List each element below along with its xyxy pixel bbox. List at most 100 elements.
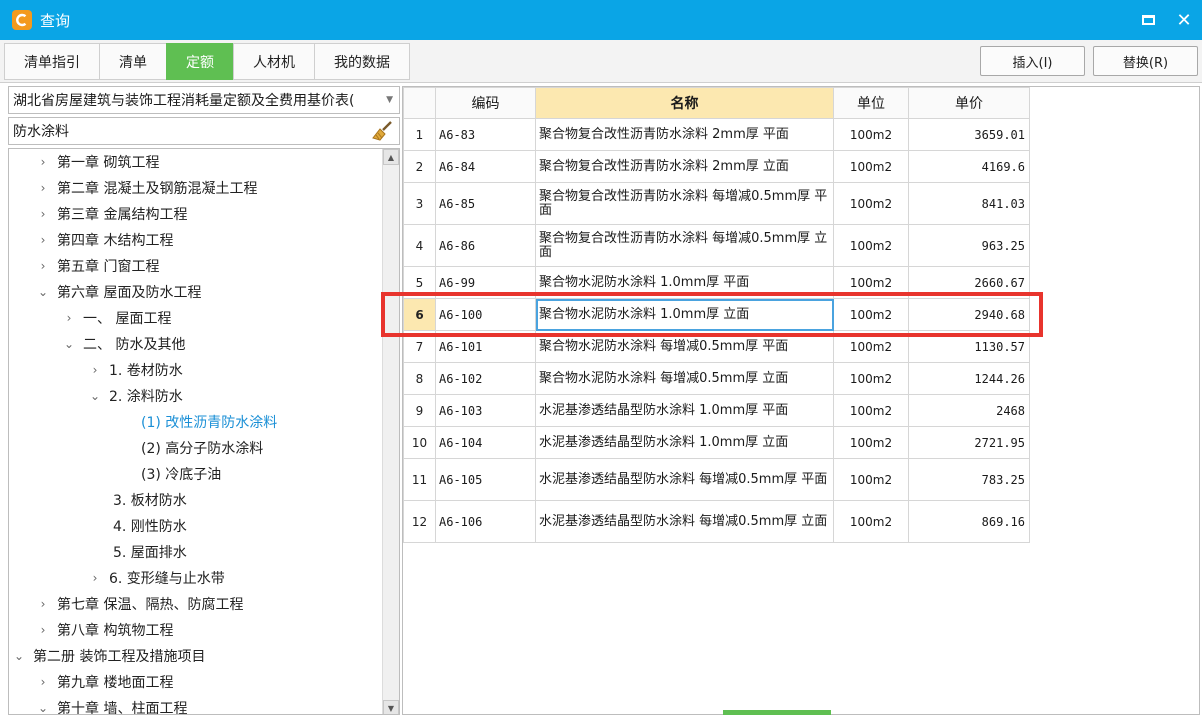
tab-bill[interactable]: 清单 (99, 43, 166, 80)
table-row[interactable]: 9 A6-103 水泥基渗透结晶型防水涂料 1.0mm厚 平面 100m2 24… (403, 394, 1030, 427)
table-row[interactable]: 1 A6-83 聚合物复合改性沥青防水涂料 2mm厚 平面 100m2 3659… (403, 118, 1030, 151)
name-header[interactable]: 名称 (535, 87, 834, 119)
code-header[interactable]: 编码 (435, 87, 536, 119)
price-header[interactable]: 单价 (908, 87, 1030, 119)
code-cell[interactable]: A6-99 (435, 266, 536, 299)
name-cell[interactable]: 聚合物复合改性沥青防水涂料 2mm厚 平面 (535, 118, 834, 151)
tree-item[interactable]: (2) 高分子防水涂料 (141, 435, 263, 461)
replace-button[interactable]: 替换(R) (1093, 46, 1198, 76)
price-cell[interactable]: 963.25 (908, 224, 1030, 267)
code-cell[interactable]: A6-103 (435, 394, 536, 427)
price-cell[interactable]: 783.25 (908, 458, 1030, 501)
name-cell[interactable]: 聚合物复合改性沥青防水涂料 每增减0.5mm厚 平面 (535, 182, 834, 225)
tree-item[interactable]: › 第三章 金属结构工程 (35, 201, 188, 227)
unit-cell[interactable]: 100m2 (833, 426, 909, 459)
unit-cell[interactable]: 100m2 (833, 298, 909, 331)
code-cell[interactable]: A6-100 (435, 298, 536, 331)
unit-header[interactable]: 单位 (833, 87, 909, 119)
table-row[interactable]: 5 A6-99 聚合物水泥防水涂料 1.0mm厚 平面 100m2 2660.6… (403, 266, 1030, 299)
price-cell[interactable]: 4169.6 (908, 150, 1030, 183)
chevron-right-icon[interactable]: › (35, 233, 51, 247)
code-cell[interactable]: A6-102 (435, 362, 536, 395)
tree-item[interactable]: ⌄ 二、 防水及其他 (61, 331, 185, 357)
tree-item[interactable]: › 第一章 砌筑工程 (35, 149, 160, 175)
chevron-right-icon[interactable]: › (35, 623, 51, 637)
tree-item[interactable]: 5. 屋面排水 (113, 539, 187, 565)
price-cell[interactable]: 3659.01 (908, 118, 1030, 151)
table-row[interactable]: 3 A6-85 聚合物复合改性沥青防水涂料 每增减0.5mm厚 平面 100m2… (403, 182, 1030, 225)
broom-icon[interactable] (371, 121, 393, 145)
chevron-right-icon[interactable]: › (35, 597, 51, 611)
tree-item[interactable]: › 第五章 门窗工程 (35, 253, 160, 279)
chevron-down-icon[interactable]: ⌄ (35, 701, 51, 714)
tree-item[interactable]: ⌄ 2. 涂料防水 (87, 383, 183, 409)
code-cell[interactable]: A6-105 (435, 458, 536, 501)
name-cell[interactable]: 聚合物水泥防水涂料 每增减0.5mm厚 立面 (535, 362, 834, 395)
price-cell[interactable]: 841.03 (908, 182, 1030, 225)
scroll-up-icon[interactable]: ▲ (383, 149, 399, 165)
tree-scrollbar[interactable]: ▲ ▼ (382, 149, 399, 714)
unit-cell[interactable]: 100m2 (833, 330, 909, 363)
unit-cell[interactable]: 100m2 (833, 394, 909, 427)
unit-cell[interactable]: 100m2 (833, 266, 909, 299)
table-row[interactable]: 7 A6-101 聚合物水泥防水涂料 每增减0.5mm厚 平面 100m2 11… (403, 330, 1030, 363)
name-cell[interactable]: 聚合物水泥防水涂料 1.0mm厚 立面 (535, 298, 834, 331)
code-cell[interactable]: A6-104 (435, 426, 536, 459)
table-row[interactable]: 12 A6-106 水泥基渗透结晶型防水涂料 每增减0.5mm厚 立面 100m… (403, 500, 1030, 543)
maximize-icon[interactable] (1130, 0, 1166, 40)
tree-item[interactable]: › 一、 屋面工程 (61, 305, 172, 331)
price-cell[interactable]: 1244.26 (908, 362, 1030, 395)
price-cell[interactable]: 2468 (908, 394, 1030, 427)
close-icon[interactable]: ✕ (1166, 0, 1202, 40)
tree-item[interactable]: › 第二章 混凝土及钢筋混凝土工程 (35, 175, 258, 201)
chevron-down-icon[interactable]: ⌄ (35, 285, 51, 299)
chevron-right-icon[interactable]: › (61, 311, 77, 325)
name-cell[interactable]: 水泥基渗透结晶型防水涂料 1.0mm厚 平面 (535, 394, 834, 427)
tab-quota[interactable]: 定额 (166, 43, 233, 80)
chevron-down-icon[interactable]: ▼ (386, 95, 393, 105)
tree-item[interactable]: ⌄ 第六章 屋面及防水工程 (35, 279, 201, 305)
tab-guide[interactable]: 清单指引 (4, 43, 99, 80)
chevron-right-icon[interactable]: › (87, 571, 103, 585)
chevron-right-icon[interactable]: › (35, 675, 51, 689)
price-cell[interactable]: 2940.68 (908, 298, 1030, 331)
tree-item[interactable]: 3. 板材防水 (113, 487, 187, 513)
unit-cell[interactable]: 100m2 (833, 500, 909, 543)
code-cell[interactable]: A6-83 (435, 118, 536, 151)
price-cell[interactable]: 1130.57 (908, 330, 1030, 363)
chevron-down-icon[interactable]: ⌄ (61, 337, 77, 351)
tree-item[interactable]: 4. 刚性防水 (113, 513, 187, 539)
unit-cell[interactable]: 100m2 (833, 458, 909, 501)
tab-materials[interactable]: 人材机 (233, 43, 314, 80)
table-row[interactable]: 11 A6-105 水泥基渗透结晶型防水涂料 每增减0.5mm厚 平面 100m… (403, 458, 1030, 501)
library-select[interactable]: 湖北省房屋建筑与装饰工程消耗量定额及全费用基价表( ▼ (8, 86, 400, 114)
chevron-right-icon[interactable]: › (35, 207, 51, 221)
chevron-right-icon[interactable]: › (87, 363, 103, 377)
name-cell[interactable]: 水泥基渗透结晶型防水涂料 1.0mm厚 立面 (535, 426, 834, 459)
tree-item[interactable]: › 第四章 木结构工程 (35, 227, 174, 253)
chevron-down-icon[interactable]: ⌄ (87, 389, 103, 403)
table-row-selected[interactable]: 6 A6-100 聚合物水泥防水涂料 1.0mm厚 立面 100m2 2940.… (403, 298, 1030, 331)
name-cell[interactable]: 聚合物复合改性沥青防水涂料 2mm厚 立面 (535, 150, 834, 183)
name-cell[interactable]: 聚合物水泥防水涂料 1.0mm厚 平面 (535, 266, 834, 299)
chevron-down-icon[interactable]: ⌄ (11, 649, 27, 663)
tab-my-data[interactable]: 我的数据 (314, 43, 410, 80)
code-cell[interactable]: A6-85 (435, 182, 536, 225)
name-cell[interactable]: 水泥基渗透结晶型防水涂料 每增减0.5mm厚 立面 (535, 500, 834, 543)
code-cell[interactable]: A6-106 (435, 500, 536, 543)
code-cell[interactable]: A6-86 (435, 224, 536, 267)
tree-item[interactable]: › 第九章 楼地面工程 (35, 669, 174, 695)
unit-cell[interactable]: 100m2 (833, 182, 909, 225)
name-cell[interactable]: 聚合物水泥防水涂料 每增减0.5mm厚 平面 (535, 330, 834, 363)
chevron-right-icon[interactable]: › (35, 155, 51, 169)
search-input[interactable]: 防水涂料 (8, 117, 400, 145)
unit-cell[interactable]: 100m2 (833, 362, 909, 395)
unit-cell[interactable]: 100m2 (833, 118, 909, 151)
name-cell[interactable]: 水泥基渗透结晶型防水涂料 每增减0.5mm厚 平面 (535, 458, 834, 501)
tree-item[interactable]: ⌄ 第二册 装饰工程及措施项目 (11, 643, 205, 669)
tree-item[interactable]: › 1. 卷材防水 (87, 357, 183, 383)
price-cell[interactable]: 2660.67 (908, 266, 1030, 299)
scroll-down-icon[interactable]: ▼ (383, 700, 399, 714)
chevron-right-icon[interactable]: › (35, 181, 51, 195)
table-row[interactable]: 10 A6-104 水泥基渗透结晶型防水涂料 1.0mm厚 立面 100m2 2… (403, 426, 1030, 459)
